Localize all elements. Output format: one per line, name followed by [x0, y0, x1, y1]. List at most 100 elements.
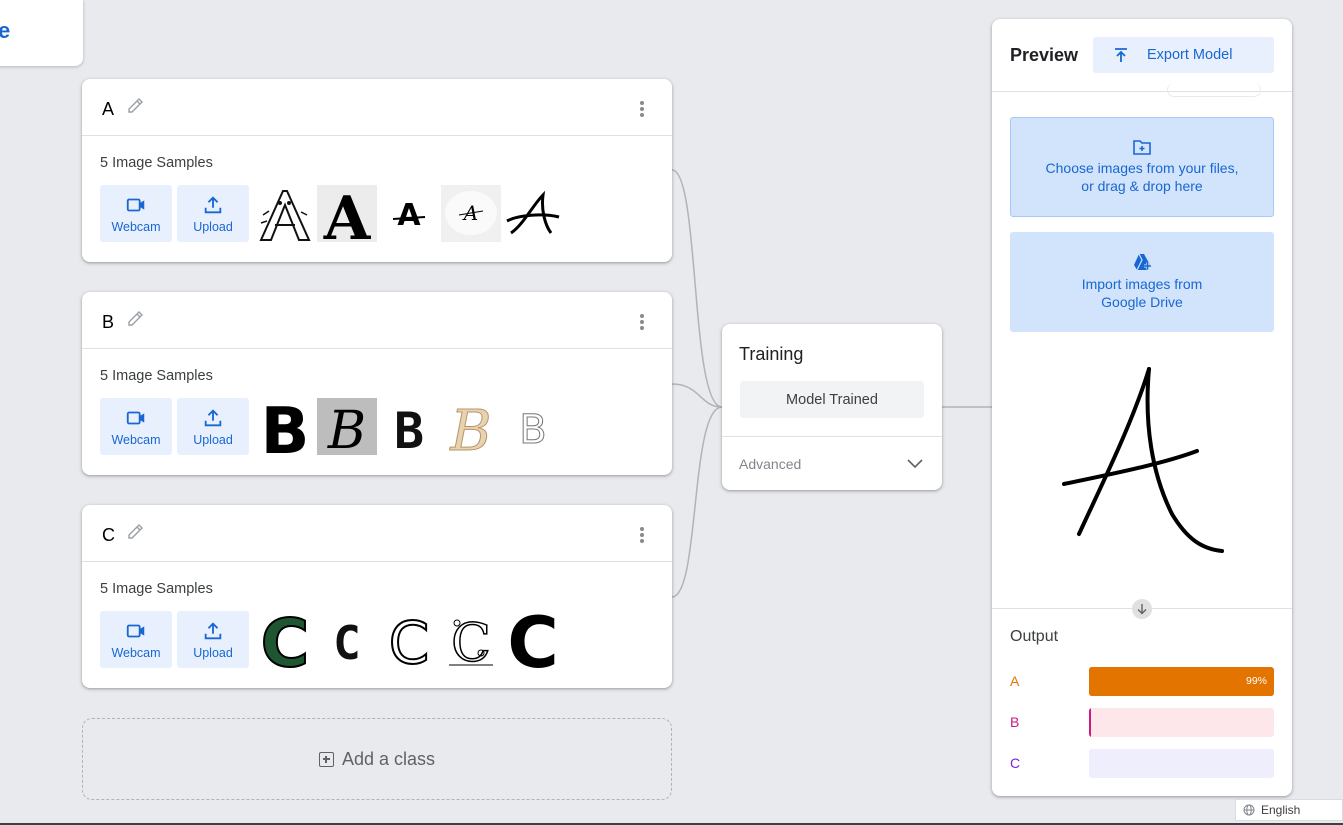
- svg-text:B: B: [327, 401, 366, 455]
- sample-thumbnail[interactable]: A: [317, 185, 377, 242]
- output-title: Output: [1010, 628, 1059, 645]
- drive-zone-line2: Google Drive: [1101, 294, 1183, 310]
- export-label: Export Model: [1147, 47, 1233, 63]
- drive-zone-line1: Import images from: [1081, 276, 1203, 292]
- pencil-icon[interactable]: [125, 522, 145, 542]
- partial-card: e: [0, 0, 83, 66]
- arrow-down-icon[interactable]: [1132, 599, 1152, 619]
- webcam-button[interactable]: Webcam: [100, 398, 172, 455]
- webcam-label: Webcam: [111, 645, 161, 660]
- svg-text:C: C: [333, 616, 361, 668]
- sample-thumbnail[interactable]: B: [379, 398, 439, 455]
- scrolled-control: [1167, 83, 1261, 97]
- class-name[interactable]: C: [102, 525, 115, 546]
- class-name[interactable]: A: [102, 99, 114, 120]
- class-header: C: [82, 505, 672, 562]
- preview-input-image: [1062, 367, 1224, 553]
- upload-label: Upload: [193, 645, 233, 660]
- webcam-button[interactable]: Webcam: [100, 185, 172, 242]
- upload-label: Upload: [193, 432, 233, 447]
- confidence-fill: [1089, 667, 1273, 696]
- more-vert-icon[interactable]: [634, 312, 650, 332]
- google-drive-import[interactable]: Import images from Google Drive: [1010, 232, 1274, 332]
- videocam-icon: [126, 624, 145, 637]
- upload-zone-line2: or drag & drop here: [1081, 178, 1203, 194]
- training-title: Training: [739, 344, 804, 364]
- upload-icon: [204, 621, 222, 639]
- svg-text:C: C: [389, 611, 430, 668]
- class-header: B: [82, 292, 672, 349]
- svg-text:C: C: [261, 611, 309, 668]
- file-drop-zone[interactable]: Choose images from your files, or drag &…: [1010, 117, 1274, 217]
- upload-icon: [204, 195, 222, 213]
- samples-count: 5 Image Samples: [100, 155, 213, 171]
- sample-thumbnail[interactable]: [255, 185, 315, 242]
- training-card: Training Model Trained Advanced: [722, 324, 942, 490]
- add-class-label: Add a class: [341, 748, 436, 769]
- svg-text:C: C: [507, 611, 558, 668]
- globe-icon: [1243, 804, 1255, 816]
- sample-thumbnail[interactable]: B: [441, 398, 501, 455]
- confidence-fill: [1089, 708, 1091, 737]
- add-class-button[interactable]: Add a class: [82, 718, 672, 800]
- export-model-button[interactable]: Export Model: [1093, 37, 1274, 73]
- samples-count: 5 Image Samples: [100, 368, 213, 384]
- chevron-down-icon[interactable]: [906, 455, 924, 473]
- sample-thumbnail[interactable]: B: [317, 398, 377, 455]
- samples-count: 5 Image Samples: [100, 581, 213, 597]
- upload-zone-line1: Choose images from your files,: [1045, 160, 1239, 176]
- output-row-c: C: [1010, 749, 1274, 778]
- sample-thumbnail[interactable]: C: [255, 611, 315, 668]
- sample-thumbnail[interactable]: C: [317, 611, 377, 668]
- webcam-label: Webcam: [111, 219, 161, 234]
- confidence-bar: 99%: [1089, 667, 1274, 696]
- svg-text:A: A: [397, 198, 421, 233]
- upload-button[interactable]: Upload: [177, 611, 249, 668]
- language-label: English: [1261, 803, 1301, 817]
- more-vert-icon[interactable]: [634, 99, 650, 119]
- sample-thumbnail[interactable]: B: [503, 398, 563, 455]
- webcam-label: Webcam: [111, 432, 161, 447]
- model-trained-button[interactable]: Model Trained: [740, 381, 924, 418]
- svg-text:C: C: [451, 614, 491, 668]
- output-row-a: A 99%: [1010, 667, 1274, 696]
- advanced-toggle[interactable]: Advanced: [739, 456, 801, 472]
- more-vert-icon[interactable]: [634, 525, 650, 545]
- confidence-bar: [1089, 749, 1274, 778]
- sample-thumbnail[interactable]: A: [441, 185, 501, 242]
- output-label: C: [1010, 755, 1021, 771]
- divider: [722, 436, 942, 437]
- upload-label: Upload: [193, 219, 233, 234]
- language-selector[interactable]: English: [1235, 799, 1343, 821]
- preview-title: Preview: [1010, 45, 1079, 65]
- export-icon: [1115, 48, 1127, 62]
- upload-button[interactable]: Upload: [177, 398, 249, 455]
- sample-thumbnail[interactable]: A: [379, 185, 439, 242]
- drive-add-icon: [1134, 253, 1151, 271]
- webcam-button[interactable]: Webcam: [100, 611, 172, 668]
- output-label: A: [1010, 673, 1020, 689]
- sample-thumbnail[interactable]: [503, 185, 563, 242]
- sample-thumbnail[interactable]: C: [441, 611, 501, 668]
- sample-thumbnail[interactable]: B: [255, 398, 315, 455]
- class-card-c: C 5 Image Samples Webcam Upload C C C C …: [82, 505, 672, 688]
- confidence-percent: 99%: [1245, 675, 1267, 687]
- class-name[interactable]: B: [102, 312, 114, 333]
- svg-text:B: B: [394, 402, 424, 455]
- confidence-bar: [1089, 708, 1274, 737]
- sample-thumbnail[interactable]: C: [379, 611, 439, 668]
- svg-text:B: B: [519, 407, 546, 453]
- pencil-icon[interactable]: [125, 96, 145, 116]
- sample-thumbnail[interactable]: C: [503, 611, 563, 668]
- videocam-icon: [126, 198, 145, 211]
- folder-add-icon: [1133, 140, 1151, 155]
- svg-text:B: B: [261, 398, 310, 455]
- pencil-icon[interactable]: [125, 309, 145, 329]
- partial-card-text: e: [0, 18, 11, 43]
- svg-text:B: B: [449, 399, 491, 455]
- preview-panel: Preview Export Model Choose images from …: [992, 19, 1292, 796]
- class-card-a: A 5 Image Samples Webcam Upload A A A: [82, 79, 672, 262]
- upload-button[interactable]: Upload: [177, 185, 249, 242]
- add-box-icon: [318, 751, 334, 767]
- videocam-icon: [126, 411, 145, 424]
